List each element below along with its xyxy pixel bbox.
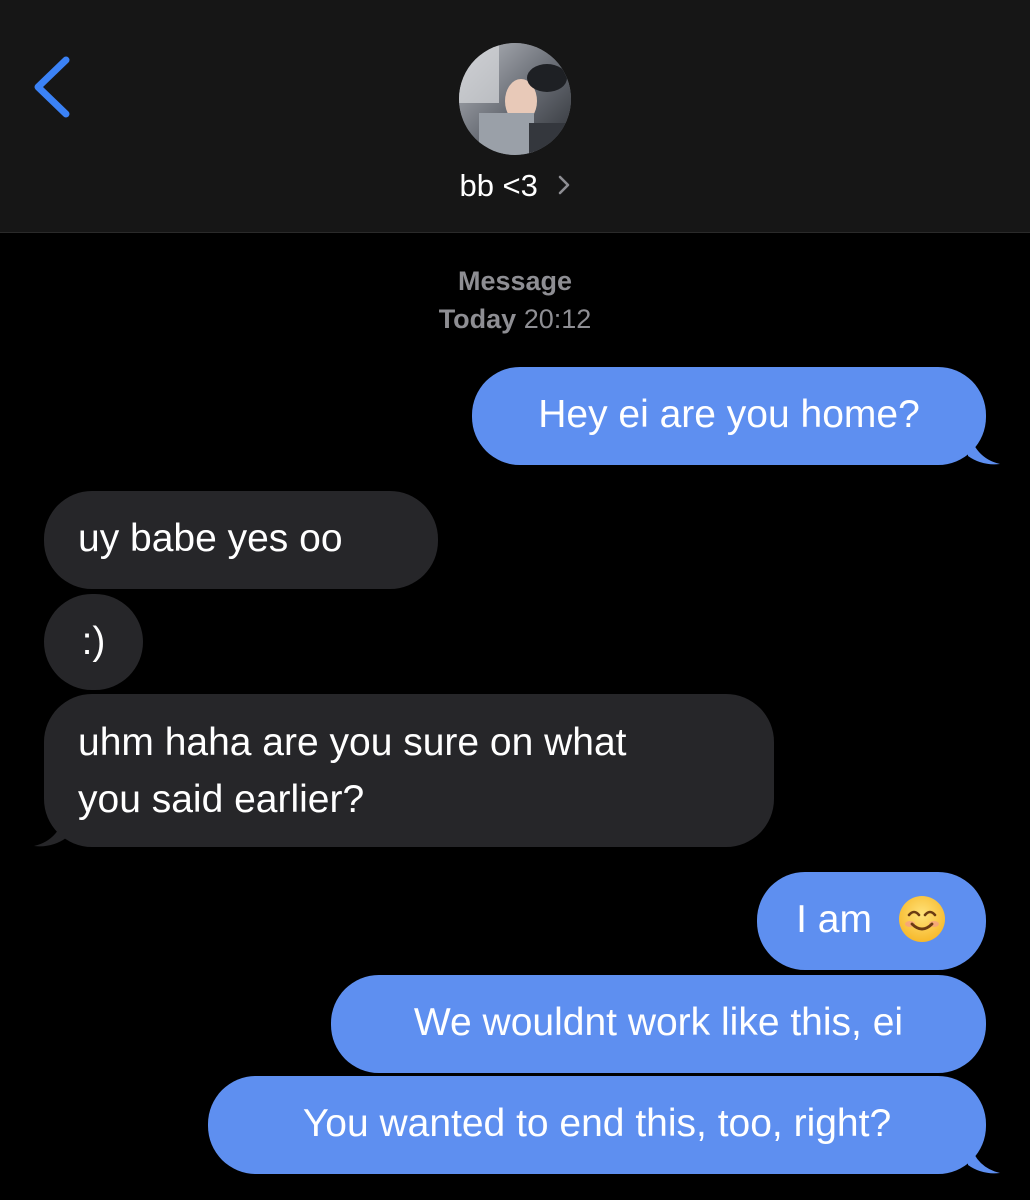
- smiling-face-icon: [897, 894, 947, 944]
- message-bubble-sent[interactable]: You wanted to end this, too, right?: [208, 1076, 986, 1174]
- contact-name: bb <3: [459, 168, 538, 203]
- conversation-header: bb <3: [0, 0, 1030, 233]
- avatar-photo-icon: [459, 43, 571, 155]
- message-bubble-received[interactable]: uy babe yes oo: [44, 491, 438, 589]
- bubble-tail: [968, 1137, 1000, 1174]
- contact-avatar[interactable]: [459, 43, 571, 155]
- message-text: :): [81, 620, 106, 663]
- bubble-tail: [34, 810, 66, 847]
- message-text-line: you said earlier?: [78, 778, 365, 821]
- message-text: We wouldnt work like this, ei: [413, 1001, 904, 1044]
- message-bubble-sent[interactable]: I am: [757, 872, 986, 970]
- time-label: 20:12: [523, 304, 592, 334]
- message-text: uy babe yes oo: [78, 517, 343, 560]
- message-text: I am: [796, 898, 872, 941]
- back-button[interactable]: [26, 52, 86, 122]
- contact-name-button[interactable]: bb <3: [0, 164, 1030, 208]
- message-bubble-received[interactable]: uhm haha are you sure on what you said e…: [44, 694, 774, 847]
- chevron-left-icon: [34, 56, 70, 118]
- day-label: Today: [438, 304, 517, 334]
- message-text-line: uhm haha are you sure on what: [78, 721, 627, 764]
- bubble-tail: [968, 428, 1000, 465]
- message-bubble-sent[interactable]: We wouldnt work like this, ei: [331, 975, 986, 1073]
- chevron-right-icon: [557, 164, 571, 208]
- message-bubble-received[interactable]: :): [44, 594, 143, 690]
- thread-meta: Message Today 20:12: [0, 262, 1030, 338]
- message-text: You wanted to end this, too, right?: [302, 1102, 892, 1145]
- message-text: Hey ei are you home?: [538, 393, 920, 436]
- message-bubble-sent[interactable]: Hey ei are you home?: [472, 367, 986, 465]
- timestamp: Today 20:12: [0, 300, 1030, 338]
- service-label: Message: [457, 266, 573, 296]
